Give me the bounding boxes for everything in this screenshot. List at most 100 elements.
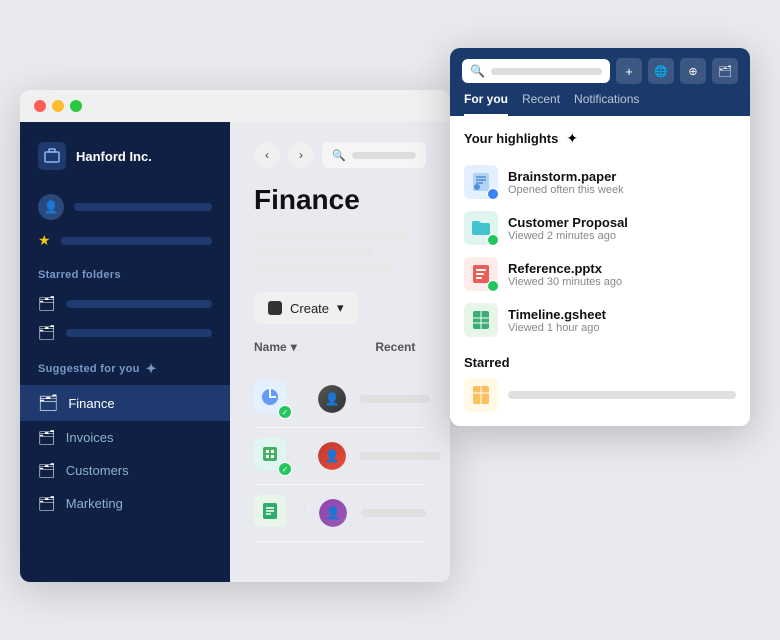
row-meta-bar-1 [360,395,430,403]
page-title: Finance [254,184,426,216]
nav-bar: ‹ › 🔍 [254,142,426,168]
starred-folder-1[interactable]: 🗂 [20,289,230,318]
highlight-info-3: Timeline.gsheet Viewed 1 hour ago [508,307,736,334]
file-icon-container-1: ✓ [254,381,290,417]
search-panel: 🔍 + 🌐 ⊕ 🗂 For you Recent Notifications Y… [450,48,750,426]
col-recent: Recent [375,340,426,354]
user-row[interactable]: 👤 [20,188,230,226]
maximize-button[interactable] [70,100,82,112]
highlight-name-1: Customer Proposal [508,215,736,230]
panel-search-icon: 🔍 [470,64,485,78]
window-controls [34,100,82,112]
search-panel-header: 🔍 + 🌐 ⊕ 🗂 [450,48,750,84]
tab-row: For you Recent Notifications [450,84,750,116]
company-name: Hanford Inc. [76,149,152,164]
star-bar [61,237,212,245]
file-icon-container-2: ✓ [254,438,290,474]
highlight-item-3[interactable]: Timeline.gsheet Viewed 1 hour ago [464,297,736,343]
breadcrumb-search[interactable]: 🔍 [322,142,426,168]
folder-marketing-icon: 🗂 [38,495,56,512]
minimize-button[interactable] [52,100,64,112]
starred-folders-label: Starred folders [20,255,230,289]
starred-bar-1 [508,391,736,399]
folder-invoices-icon: 🗂 [38,429,56,446]
table-row[interactable]: ✓ 👤 [254,371,426,428]
grid-toolbar-icon[interactable]: ⊕ [680,58,706,84]
row-sub-bar-3 [304,514,305,520]
row-name-bar-3 [304,501,305,509]
highlight-name-0: Brainstorm.paper [508,169,736,184]
highlight-sub-2: Viewed 30 minutes ago [508,276,736,288]
highlight-icon-0 [464,165,498,199]
back-button[interactable]: ‹ [254,142,280,168]
sidebar-label-marketing: Marketing [66,496,123,511]
file-icon-3 [254,495,286,527]
create-label: Create [290,301,329,316]
company-icon [38,142,66,170]
highlight-item-1[interactable]: Customer Proposal Viewed 2 minutes ago [464,205,736,251]
search-panel-body: Your highlights ✦ Brainstorm.paper Opene… [450,116,750,426]
panel-search-bar [491,68,602,75]
tab-notifications[interactable]: Notifications [574,92,639,116]
highlight-info-2: Reference.pptx Viewed 30 minutes ago [508,261,736,288]
highlight-item-0[interactable]: Brainstorm.paper Opened often this week [464,159,736,205]
table-row-3[interactable]: 👤 [254,485,426,542]
sparkle-small-icon: ✦ [146,361,157,377]
suggested-label: Suggested for you ✦ [20,347,230,385]
close-button[interactable] [34,100,46,112]
highlight-info-1: Customer Proposal Viewed 2 minutes ago [508,215,736,242]
sort-icon: ▾ [291,340,297,354]
highlight-sub-3: Viewed 1 hour ago [508,322,736,334]
folder-icon-1: 🗂 [38,295,56,312]
avatar-circle-1: 👤 [318,385,346,413]
sidebar-item-marketing[interactable]: 🗂 Marketing [20,487,230,520]
globe-toolbar-icon[interactable]: 🌐 [648,58,674,84]
highlights-header: Your highlights ✦ [464,130,736,147]
sidebar-label-finance: Finance [68,396,114,411]
search-icon-small: 🔍 [332,149,346,162]
col-name-label: Name [254,340,287,354]
row-meta-bar-3 [361,509,426,517]
create-button[interactable]: Create ▾ [254,292,358,324]
star-row[interactable]: ★ [20,226,230,255]
highlight-icon-1 [464,211,498,245]
user-bar [74,203,212,211]
sidebar-label-customers: Customers [66,463,129,478]
row-content-3 [304,501,305,525]
table-row-2[interactable]: ✓ 👤 [254,428,426,485]
sidebar-label-invoices: Invoices [66,430,114,445]
search-input-container[interactable]: 🔍 [462,59,610,83]
hi-dot-1 [487,234,499,246]
row-avatar-3: 👤 [319,499,347,527]
folder-toolbar-icon[interactable]: 🗂 [712,58,738,84]
main-content: ‹ › 🔍 Finance Create ▾ [230,122,450,582]
starred-folder-2[interactable]: 🗂 [20,318,230,347]
create-icon [268,301,282,315]
highlight-item-2[interactable]: Reference.pptx Viewed 30 minutes ago [464,251,736,297]
content-line-3 [254,264,392,272]
star-icon: ★ [38,232,51,249]
tab-for-you[interactable]: For you [464,92,508,116]
starred-section-title: Starred [464,355,736,370]
add-toolbar-icon[interactable]: + [616,58,642,84]
main-window: Hanford Inc. 👤 ★ Starred folders 🗂 🗂 Sug [20,90,450,582]
sidebar: Hanford Inc. 👤 ★ Starred folders 🗂 🗂 Sug [20,122,230,582]
highlight-icon-3 [464,303,498,337]
user-avatar: 👤 [38,194,64,220]
content-line-1 [254,232,409,240]
company-row[interactable]: Hanford Inc. [20,142,230,188]
sidebar-item-invoices[interactable]: 🗂 Invoices [20,421,230,454]
avatar-circle-3: 👤 [319,499,347,527]
row-meta-bar-2 [360,452,440,460]
tab-recent[interactable]: Recent [522,92,560,116]
folder-icon-2: 🗂 [38,324,56,341]
starred-file-icon [464,378,498,412]
forward-button[interactable]: › [288,142,314,168]
starred-item-1[interactable] [464,378,736,412]
sidebar-item-customers[interactable]: 🗂 Customers [20,454,230,487]
highlight-sub-1: Viewed 2 minutes ago [508,230,736,242]
hi-dot-2 [487,280,499,292]
sidebar-item-finance[interactable]: 🗂 Finance [20,385,230,421]
highlights-title: Your highlights [464,131,558,146]
highlight-info-0: Brainstorm.paper Opened often this week [508,169,736,196]
